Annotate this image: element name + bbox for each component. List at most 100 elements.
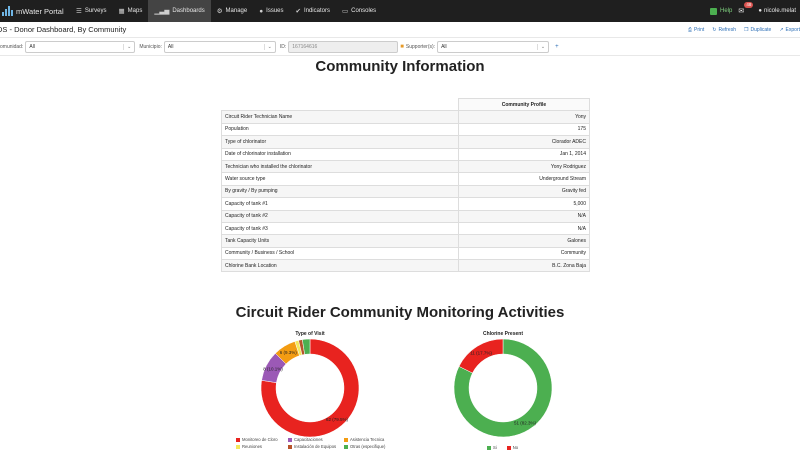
legend-item[interactable]: Si [487,445,497,450]
notifications-button[interactable]: ✉ 48 [738,2,754,15]
legend-item[interactable]: No [506,445,519,450]
comunidad-label: omunidad: [0,43,24,50]
legend-item[interactable]: Monitoreo de Cloro [236,437,288,442]
dashboard-actions: ⎙ Print ↻ Refresh ❐ Duplicate ↗ Export [688,27,800,33]
data-label: 6 (9.3%) [280,350,298,355]
monitor-icon: ▭ [341,8,349,15]
duplicate-label: Duplicate [750,26,772,33]
row-value: N/A [458,221,590,236]
table-row: Tank Capacity Units Galones [221,234,590,248]
row-label: Capacity of tank #1 [221,197,459,211]
help-button[interactable]: Help [710,7,732,15]
supporter-select[interactable]: All ⌄ [437,40,550,53]
export-button[interactable]: ↗ Export [779,27,800,33]
community-info-title: Community Information [315,58,485,75]
row-value: B.C. Zona Baja [458,259,590,273]
lock-icon: ■ [400,43,404,50]
row-label: Population [221,122,459,137]
legend-item[interactable]: Capacitaciones [288,437,344,442]
user-icon: ● [758,8,762,14]
table-header-row: Community Profile [222,97,590,112]
nav-item-manage[interactable]: ⚙ Manage [211,0,254,22]
row-value: Clorador ADEC [458,135,590,149]
community-profile-table: Community Profile Circuit Rider Technici… [221,97,590,273]
comunidad-select[interactable]: All ⌄ [25,40,136,53]
alert-icon: ● [259,7,264,15]
type-of-visit-legend: Monitoreo de Cloro Capacitaciones Asistenc… [236,437,400,449]
page-title: DS - Donor Dashboard, By Community [0,25,127,34]
legend-item[interactable]: Instalación de Equipos [288,444,344,449]
table-body: Circuit Rider Technician Name Yony Populat… [221,110,590,273]
row-label: Capacity of tank #3 [221,221,459,236]
supporter-value: All [441,43,447,50]
refresh-label: Refresh [718,26,736,33]
legend-swatch [288,437,292,442]
row-value: Galones [458,234,590,248]
chart-icon: ▁▃▅ [154,8,170,15]
row-value: Underground Stream [458,172,590,186]
brand-logo[interactable]: mWater Portal [0,0,70,22]
refresh-button[interactable]: ↻ Refresh [712,27,736,33]
nav-item-maps[interactable]: ▦ Maps [113,0,149,22]
legend-label: Monitoreo de Cloro [242,437,278,442]
nav-item-dashboards[interactable]: ▁▃▅ Dashboards [148,0,211,22]
nav-item-surveys[interactable]: ☰ Surveys [70,0,113,22]
row-value: Gravity fed [458,184,590,199]
monitoring-title: Circuit Rider Community Monitoring Activ… [235,304,565,321]
nav-item-issues[interactable]: ● Issues [253,0,289,22]
row-label: Technician who installed the chlorinator [221,159,459,174]
legend-label: No [512,445,519,450]
nav-item-label: Indicators [303,8,330,14]
municipio-select[interactable]: All ⌄ [163,40,276,53]
nav-item-consoles[interactable]: ▭ Consoles [336,0,382,22]
chevron-down-icon: ⌄ [536,43,545,50]
legend-swatch [236,444,240,449]
chevron-down-icon: ⌄ [263,43,272,50]
table-row: Capacity of tank #2 N/A [221,209,590,223]
duplicate-button[interactable]: ❐ Duplicate [744,27,771,33]
dashboard-header: DS - Donor Dashboard, By Community ⎙ Prin… [0,22,800,38]
refresh-icon: ↻ [712,26,717,33]
top-navbar: mWater Portal ☰ Surveys ▦ Maps ▁▃▅ Dashboards… [0,0,800,22]
legend-swatch [506,445,511,450]
legend-swatch [236,437,240,442]
legend-item[interactable]: Asistencia Tecnica [344,437,400,442]
column-header: Community Profile [458,97,590,112]
row-label: Tank Capacity Units [221,234,459,248]
legend-item[interactable]: Otras (especifique) [344,444,400,449]
row-value: 175 [458,122,590,137]
nav-item-label: Issues [266,8,284,14]
table-row: Circuit Rider Technician Name Yony [221,110,590,124]
table-row: Capacity of tank #1 5,000 [221,197,590,211]
add-filter-button[interactable]: + [555,44,559,50]
bell-icon: ✉ [738,8,745,15]
municipio-label: Municipio: [139,43,162,50]
row-value: Yony [458,110,590,124]
table-row: Type of chlorinator Clorador ADEC [221,135,590,149]
row-label: Circuit Rider Technician Name [221,110,459,124]
comunidad-value: All [29,43,35,50]
chlorine-present-title: Chlorine Present [482,331,523,337]
slice-no[interactable] [458,338,504,374]
print-button[interactable]: ⎙ Print [688,27,704,33]
type-of-visit-chart: 62 (79.5%) 8 (10.1%) 6 (9.3%) [260,338,360,438]
notification-badge: 48 [744,2,754,8]
nav-item-label: Dashboards [172,8,205,14]
nav-item-label: Consoles [351,8,377,14]
export-label: Export [785,26,800,33]
table-row: Date of chlorinator installation Jan 1, 2… [221,147,590,161]
legend-item[interactable]: Reuniones [236,444,288,449]
chlorine-present-legend: Si No [487,445,518,450]
legend-swatch [288,444,292,449]
table-corner [222,99,459,111]
supporter-label: Supporter(s): [405,43,436,50]
table-row: By gravity / By pumping Gravity fed [221,184,590,199]
user-menu[interactable]: ● nicole.melat [758,8,796,14]
nav-item-label: Surveys [84,8,107,14]
table-row: Capacity of tank #3 N/A [221,221,590,236]
nav-item-indicators[interactable]: ✔ Indicators [290,0,336,22]
legend-label: Capacitaciones [294,437,323,442]
id-label: ID: [279,43,287,50]
table-row: Water source type Underground Stream [221,172,590,186]
brand-name: mWater Portal [16,6,64,16]
